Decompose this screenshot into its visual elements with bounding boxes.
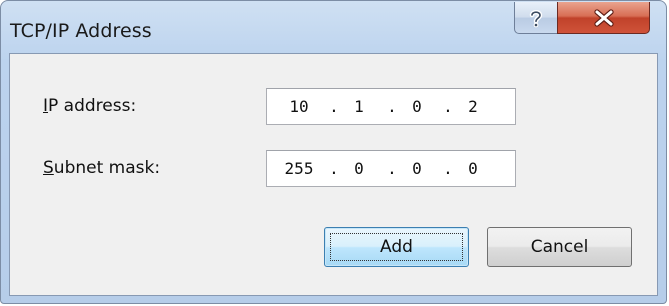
cancel-button[interactable]: Cancel [487,227,632,267]
subnet-mask-label: Subnet mask: [43,158,160,178]
add-button-label: Add [380,237,413,257]
mask-octet-4[interactable]: 0 [455,159,491,178]
help-button[interactable] [514,2,558,34]
mask-dot-1: . [329,159,339,178]
question-mark-icon [529,9,543,27]
window-title: TCP/IP Address [10,20,152,42]
subnet-mask-input[interactable]: 255 . 0 . 0 . 0 [266,150,516,187]
ip-dot-2: . [387,97,397,116]
dialog-window: TCP/IP Address IP address: 10 . 1 . 0 . … [0,0,667,304]
subnet-mask-label-mnemonic: S [43,158,54,178]
ip-octet-4[interactable]: 2 [455,97,491,116]
add-button[interactable]: Add [324,227,469,267]
ip-dot-3: . [443,97,453,116]
subnet-mask-label-text: ubnet mask: [53,158,161,178]
cancel-button-label: Cancel [530,237,589,257]
ip-address-input[interactable]: 10 . 1 . 0 . 2 [266,88,516,125]
mask-octet-3[interactable]: 0 [399,159,435,178]
mask-dot-3: . [443,159,453,178]
mask-octet-2[interactable]: 0 [341,159,377,178]
close-x-icon [593,8,614,27]
ip-octet-1[interactable]: 10 [281,97,317,116]
mask-octet-1[interactable]: 255 [281,159,317,178]
ip-dot-1: . [329,97,339,116]
close-button[interactable] [557,2,650,34]
ip-address-label-text: P address: [48,96,137,116]
mask-dot-2: . [387,159,397,178]
ip-octet-2[interactable]: 1 [341,97,377,116]
ip-octet-3[interactable]: 0 [399,97,435,116]
ip-address-label: IP address: [43,96,136,116]
